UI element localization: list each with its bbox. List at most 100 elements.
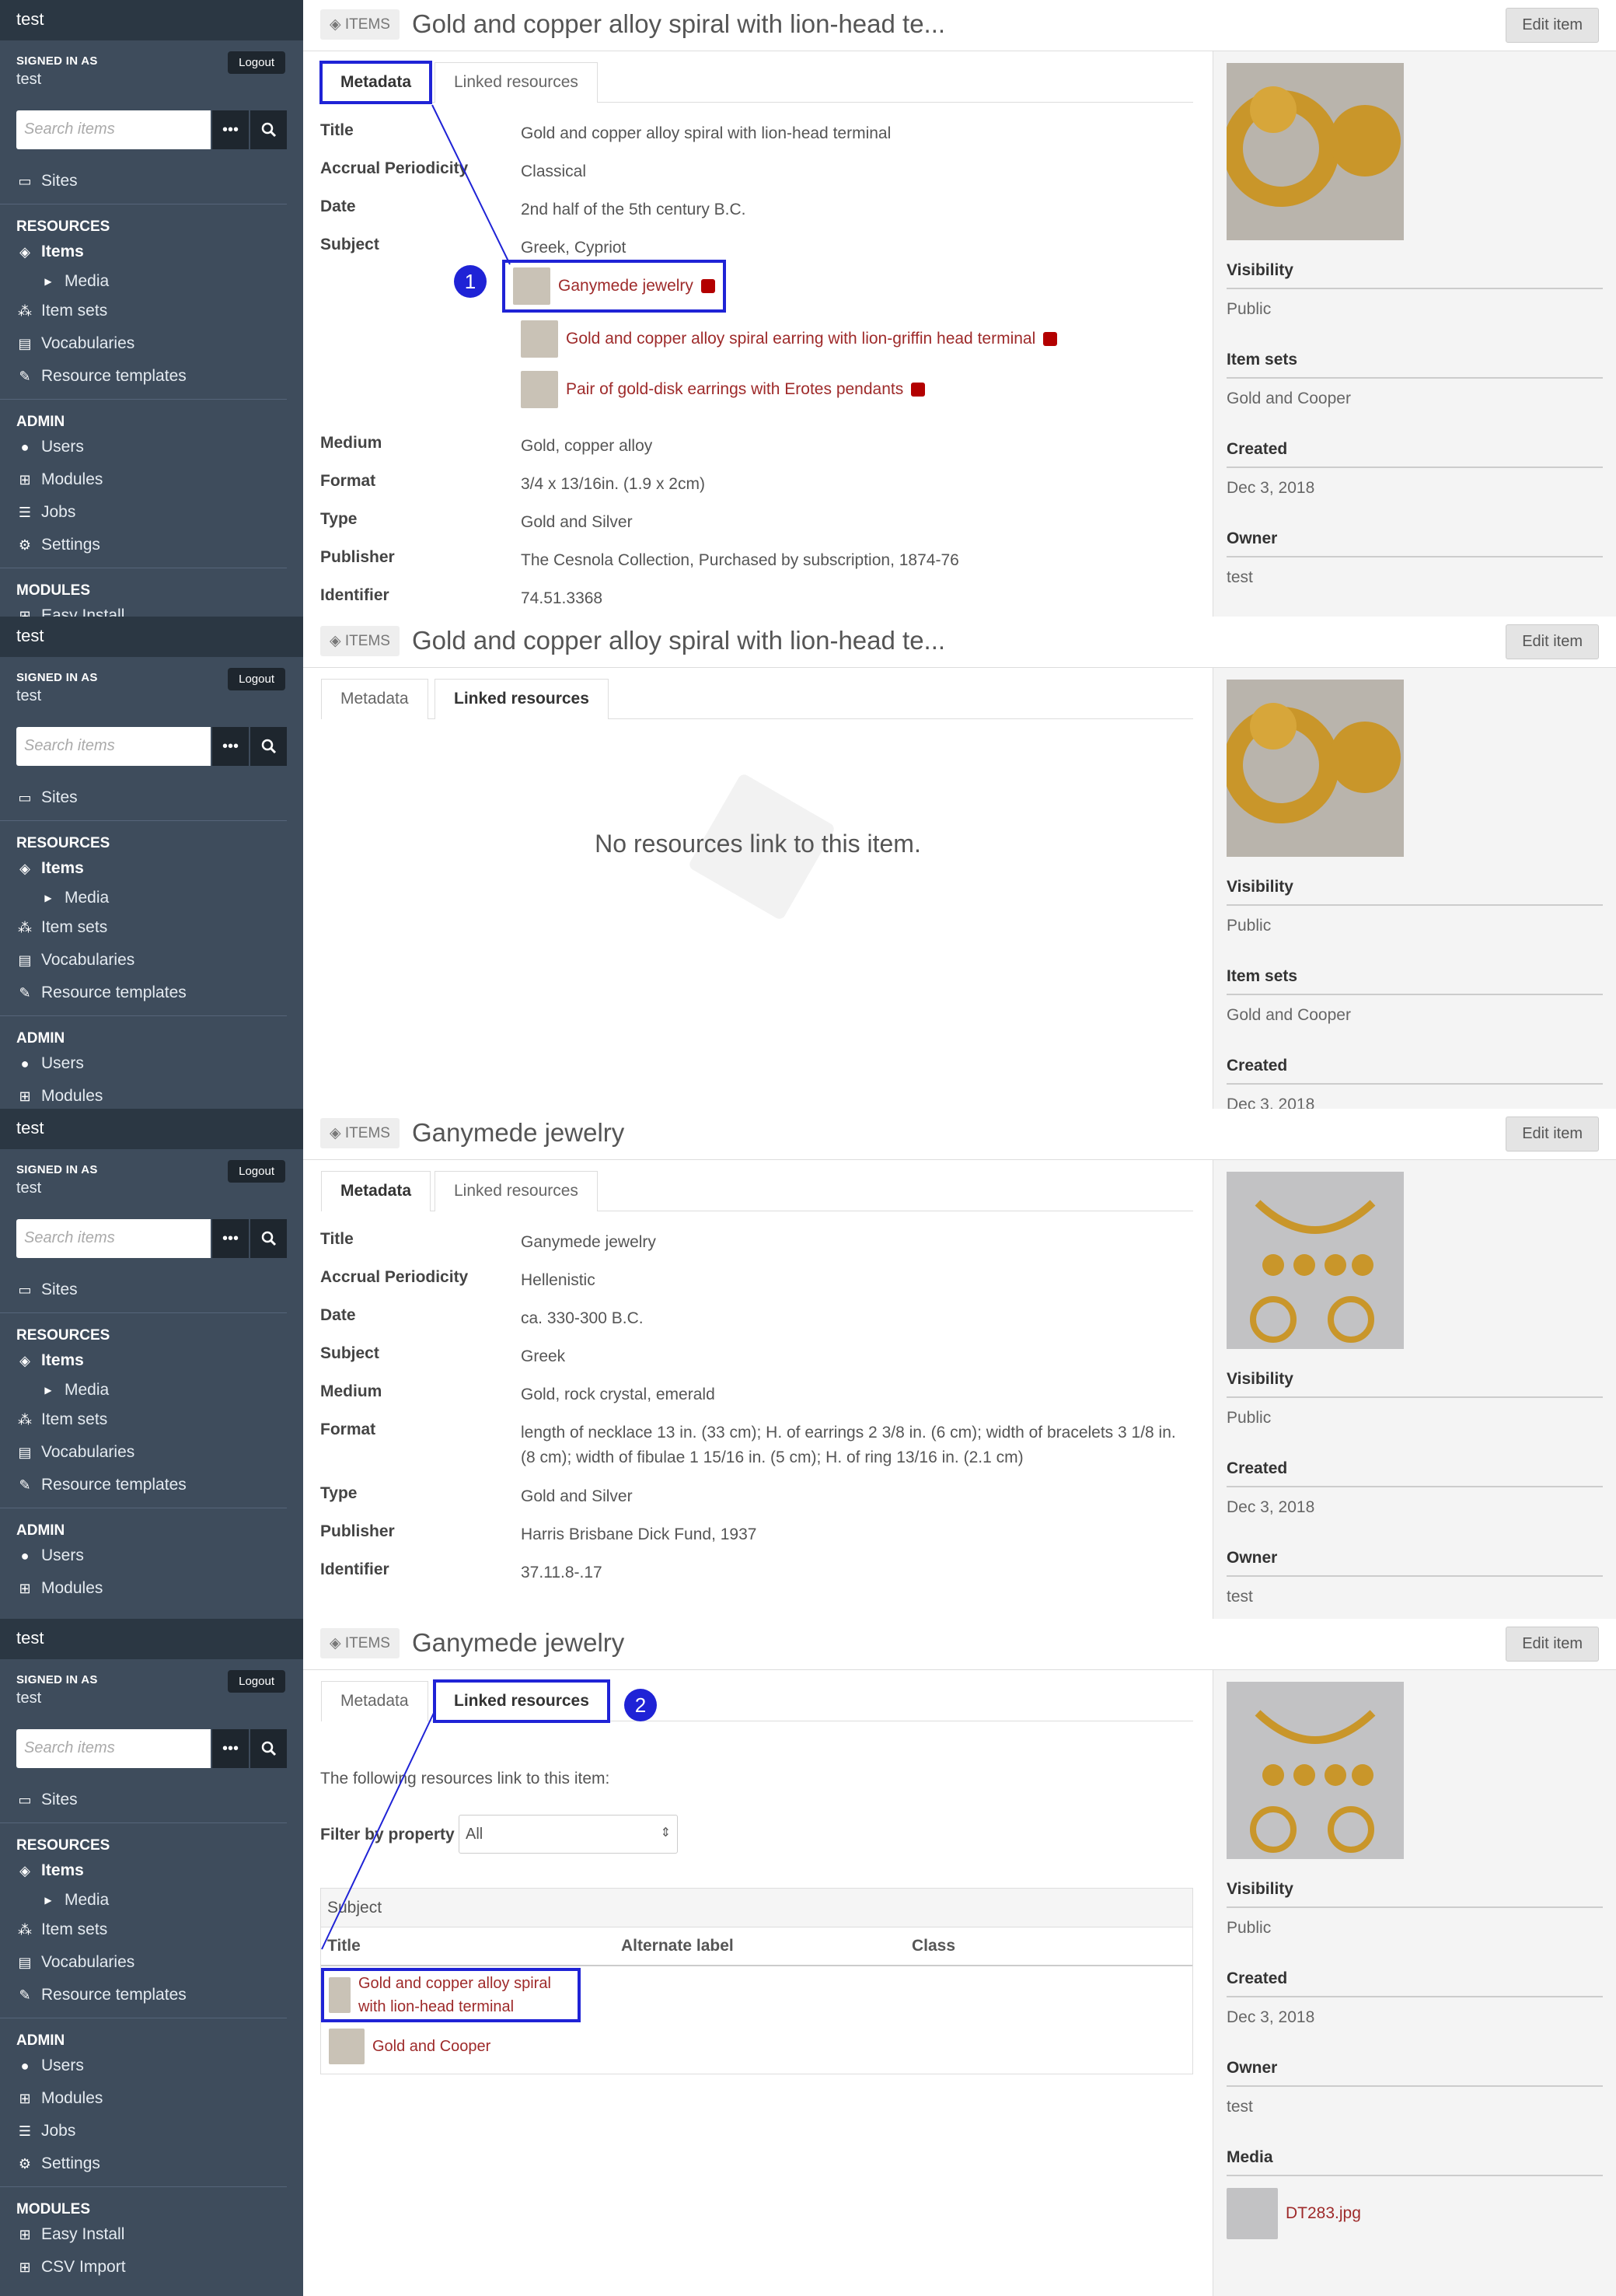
created-value: Dec 3, 2018 bbox=[1227, 479, 1315, 497]
items-tag-label: ITEMS bbox=[344, 1125, 390, 1141]
items-tag: ◈ ITEMS bbox=[320, 626, 400, 656]
item-sidebar: Visibility Public Item sets Gold and Coo… bbox=[1213, 51, 1616, 617]
panel-item-linked-empty: test SIGNED IN AS test Logout Search ite… bbox=[0, 617, 1616, 1109]
meta-value: Ganymede jewelry bbox=[521, 1233, 656, 1251]
sidebar-item-label: Users bbox=[41, 1054, 84, 1072]
owner-value: test bbox=[1227, 1588, 1253, 1606]
sidebar-item-media[interactable]: ▶ Media bbox=[16, 885, 303, 911]
edit-item-button[interactable]: Edit item bbox=[1506, 624, 1599, 659]
tab-metadata[interactable]: Metadata bbox=[321, 1171, 431, 1211]
edit-item-button[interactable]: Edit item bbox=[1506, 1117, 1599, 1151]
meta-label: Accrual Periodicity bbox=[320, 1268, 469, 1286]
sidebar-item-item-sets[interactable]: ⁂ Item sets bbox=[16, 1403, 303, 1436]
sidebar-item-media[interactable]: ▶ Media bbox=[16, 1377, 303, 1403]
meta-value: 37.11.8-.17 bbox=[521, 1564, 602, 1581]
sidebar-item-vocabularies[interactable]: ▤ Vocabularies bbox=[16, 1436, 303, 1469]
book-icon: ▤ bbox=[18, 952, 32, 968]
items-tag-label: ITEMS bbox=[344, 633, 390, 649]
owner-value: test bbox=[1227, 2098, 1253, 2116]
panel-ganymede-metadata: test SIGNED IN AS test Logout Search ite… bbox=[0, 1109, 1616, 1619]
item-set-link[interactable]: Gold and Cooper bbox=[1227, 1006, 1351, 1025]
page-header: ◈ ITEMS Ganymede jewelry Edit item bbox=[303, 1109, 1616, 1160]
sidebar-item-vocabularies[interactable]: ▤ Vocabularies bbox=[16, 944, 303, 977]
sidebar: test SIGNED IN AS test Logout Search ite… bbox=[0, 617, 303, 1109]
sidebar-nav: ▭ Sites RESOURCES ◈ Items ▶ Media ⁂ Item set… bbox=[0, 1258, 303, 1605]
sidebar-item-label: Vocabularies bbox=[41, 1443, 135, 1461]
main-content: Metadata Linked resources Title Ganymede … bbox=[303, 1160, 1213, 1619]
signed-in-block: SIGNED IN AS test Logout bbox=[0, 1149, 303, 1210]
caret-right-icon: ▶ bbox=[44, 893, 52, 903]
search-form: Search items ••• bbox=[16, 1219, 287, 1258]
sidebar-item-label: Resource templates bbox=[41, 1476, 187, 1494]
laptop-icon: ▭ bbox=[18, 789, 32, 806]
meta-label: Format bbox=[320, 1421, 376, 1438]
sidebar-item-items[interactable]: ◈ Items bbox=[16, 1344, 303, 1377]
created-value: Dec 3, 2018 bbox=[1227, 1096, 1315, 1109]
advanced-search-icon[interactable]: ••• bbox=[212, 727, 249, 766]
sidebar-top-user: test bbox=[0, 617, 303, 657]
meta-value: ca. 330-300 B.C. bbox=[521, 1309, 644, 1327]
pencil-square-icon: ✎ bbox=[19, 984, 31, 1001]
resources-heading: RESOURCES bbox=[16, 1327, 110, 1344]
tab-linked-resources[interactable]: Linked resources bbox=[435, 1171, 598, 1211]
visibility-value: Public bbox=[1227, 1409, 1272, 1427]
meta-label: Title bbox=[320, 1230, 354, 1248]
admin-heading: ADMIN bbox=[16, 1030, 65, 1047]
meta-label: Date bbox=[320, 1306, 356, 1324]
sidebar-item-label: Vocabularies bbox=[41, 951, 135, 969]
sidebar-item-items[interactable]: ◈ Items bbox=[16, 852, 303, 885]
sidebar-item-users[interactable]: ● Users bbox=[16, 1047, 303, 1080]
search-input[interactable]: Search items bbox=[16, 727, 211, 766]
advanced-search-icon[interactable]: ••• bbox=[212, 1219, 249, 1258]
sidebar-item-sites[interactable]: ▭ Sites bbox=[16, 1274, 303, 1306]
media-item[interactable]: DT283.jpg bbox=[1227, 2188, 1361, 2239]
sidebar-item-label: Media bbox=[65, 889, 110, 907]
panel-ganymede-linked: test SIGNED IN AS test Logout Search ite… bbox=[0, 1619, 1616, 2296]
media-file-link: DT283.jpg bbox=[1286, 2204, 1361, 2222]
sidebar-item-resource-templates[interactable]: ✎ Resource templates bbox=[16, 1469, 303, 1501]
sidebar-item-label: Modules bbox=[41, 1579, 103, 1597]
logout-button[interactable]: Logout bbox=[228, 668, 285, 690]
page-header: ◈ ITEMS Gold and copper alloy spiral wit… bbox=[303, 617, 1616, 668]
sidebar-item-sites[interactable]: ▭ Sites bbox=[16, 781, 303, 814]
tab-bar: Metadata Linked resources bbox=[321, 679, 1193, 719]
visibility-label: Visibility bbox=[1227, 261, 1603, 289]
logout-button[interactable]: Logout bbox=[228, 1160, 285, 1183]
sidebar-item-modules[interactable]: ⊞ Modules bbox=[16, 1572, 303, 1605]
cube-icon: ◈ bbox=[19, 860, 30, 876]
cube-icon: ◈ bbox=[330, 633, 345, 649]
search-icon[interactable] bbox=[250, 1219, 287, 1258]
sidebar-item-label: Items bbox=[41, 859, 84, 877]
item-sets-label: Item sets bbox=[1227, 967, 1603, 995]
created-label: Created bbox=[1227, 440, 1603, 468]
tab-metadata[interactable]: Metadata bbox=[321, 679, 428, 719]
sidebar-item-resource-templates[interactable]: ✎ Resource templates bbox=[16, 977, 303, 1009]
tab-linked-resources[interactable]: Linked resources bbox=[435, 679, 609, 719]
search-input[interactable]: Search items bbox=[16, 1219, 211, 1258]
admin-heading: ADMIN bbox=[16, 1522, 65, 1539]
owner-value: test bbox=[1227, 568, 1253, 586]
user-icon: ● bbox=[20, 1547, 30, 1564]
item-sidebar: Visibility Public Created Dec 3, 2018 Ow… bbox=[1213, 1160, 1616, 1619]
plus-square-icon: ⊞ bbox=[19, 1580, 31, 1596]
media-thumbnail bbox=[1227, 2188, 1278, 2239]
item-thumbnail bbox=[1223, 63, 1404, 240]
sidebar-item-label: Item sets bbox=[41, 918, 108, 936]
sidebar-item-users[interactable]: ● Users bbox=[16, 1539, 303, 1572]
sidebar-item-modules[interactable]: ⊞ Modules bbox=[16, 1080, 303, 1109]
created-label: Created bbox=[1227, 1057, 1603, 1085]
visibility-value: Public bbox=[1227, 917, 1272, 935]
created-label: Created bbox=[1227, 1969, 1603, 1997]
meta-value: Gold, rock crystal, emerald bbox=[521, 1386, 715, 1403]
meta-label: Identifier bbox=[320, 1560, 389, 1578]
sidebar-item-item-sets[interactable]: ⁂ Item sets bbox=[16, 911, 303, 944]
item-sidebar: Visibility Public Item sets Gold and Coo… bbox=[1213, 668, 1616, 1109]
cubes-icon: ⁂ bbox=[18, 919, 32, 935]
visibility-label: Visibility bbox=[1227, 1880, 1603, 1908]
search-form: Search items ••• bbox=[16, 727, 287, 766]
search-icon[interactable] bbox=[250, 727, 287, 766]
item-set-link[interactable]: Gold and Cooper bbox=[1227, 390, 1351, 408]
pencil-square-icon: ✎ bbox=[19, 1476, 31, 1493]
tab-bar: Metadata Linked resources bbox=[321, 1171, 1193, 1211]
divider bbox=[0, 1015, 287, 1016]
